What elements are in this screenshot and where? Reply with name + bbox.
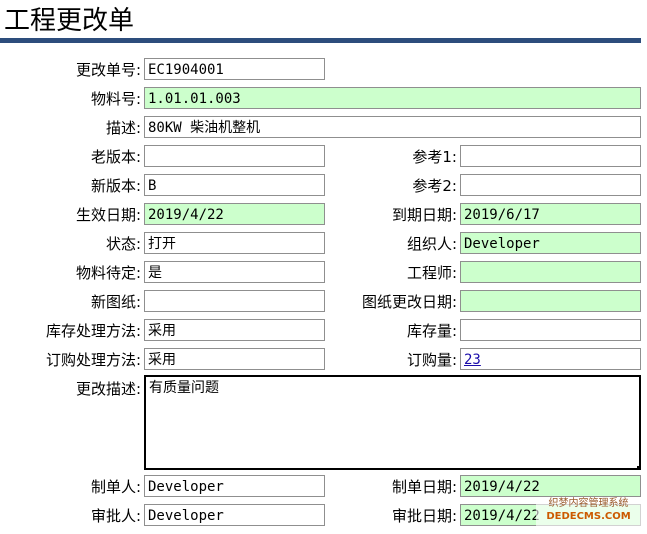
watermark-line1: 织梦内容管理系统 xyxy=(548,498,629,509)
old-version-field[interactable] xyxy=(144,145,325,167)
organizer-label: 组织人: xyxy=(406,235,457,253)
organizer-field[interactable]: Developer xyxy=(460,232,641,254)
doc-no-label: 更改单号: xyxy=(75,61,141,79)
stock-qty-field[interactable] xyxy=(460,319,641,341)
approve-date-label: 审批日期: xyxy=(391,507,457,525)
item-no-field[interactable]: 1.01.01.003 xyxy=(144,87,641,109)
create-date-label: 制单日期: xyxy=(391,478,457,496)
po-qty-field: 23 xyxy=(460,348,641,370)
status-label: 状态: xyxy=(105,235,141,253)
page-title: 工程更改单 xyxy=(4,6,135,36)
create-date-field[interactable]: 2019/4/22 xyxy=(460,475,641,497)
po-method-field[interactable]: 采用 xyxy=(144,348,325,370)
change-description-label: 更改描述: xyxy=(75,380,141,398)
new-version-field[interactable]: B xyxy=(144,174,325,196)
ref1-field[interactable] xyxy=(460,145,641,167)
new-drawing-label: 新图纸: xyxy=(90,293,141,311)
stock-method-label: 库存处理方法: xyxy=(45,322,141,340)
engineer-field[interactable] xyxy=(460,261,641,283)
approver-label: 审批人: xyxy=(90,507,141,525)
resize-handle[interactable] xyxy=(637,466,641,470)
drawing-change-date-field[interactable] xyxy=(460,290,641,312)
old-version-label: 老版本: xyxy=(90,148,141,166)
new-drawing-field[interactable] xyxy=(144,290,325,312)
change-description-text: 有质量问题 xyxy=(149,380,219,396)
creator-field[interactable]: Developer xyxy=(144,475,325,497)
effective-date-field[interactable]: 2019/4/22 xyxy=(144,203,325,225)
stock-qty-label: 库存量: xyxy=(406,322,457,340)
item-pending-field[interactable]: 是 xyxy=(144,261,325,283)
po-qty-label: 订购量: xyxy=(406,351,457,369)
watermark-logo: 织梦内容管理系统 DEDECMS.COM xyxy=(536,497,641,527)
doc-no-field[interactable]: EC1904001 xyxy=(144,58,325,80)
status-field[interactable]: 打开 xyxy=(144,232,325,254)
new-version-label: 新版本: xyxy=(90,177,141,195)
ref1-label: 参考1: xyxy=(412,148,457,166)
expiry-date-field[interactable]: 2019/6/17 xyxy=(460,203,641,225)
ref2-field[interactable] xyxy=(460,174,641,196)
description-label: 描述: xyxy=(105,119,141,137)
po-qty-link[interactable]: 23 xyxy=(464,352,481,368)
description-field[interactable]: 80KW 柴油机整机 xyxy=(144,116,641,138)
effective-date-label: 生效日期: xyxy=(75,206,141,224)
creator-label: 制单人: xyxy=(90,478,141,496)
drawing-change-date-label: 图纸更改日期: xyxy=(361,293,457,311)
change-description-textarea[interactable]: 有质量问题 xyxy=(144,375,641,470)
po-method-label: 订购处理方法: xyxy=(45,351,141,369)
watermark-line2: DEDECMS.COM xyxy=(546,511,631,522)
approver-field[interactable]: Developer xyxy=(144,504,325,526)
item-pending-label: 物料待定: xyxy=(75,264,141,282)
ref2-label: 参考2: xyxy=(412,177,457,195)
stock-method-field[interactable]: 采用 xyxy=(144,319,325,341)
title-divider xyxy=(0,38,641,43)
item-no-label: 物料号: xyxy=(90,90,141,108)
engineer-label: 工程师: xyxy=(406,264,457,282)
expiry-date-label: 到期日期: xyxy=(391,206,457,224)
